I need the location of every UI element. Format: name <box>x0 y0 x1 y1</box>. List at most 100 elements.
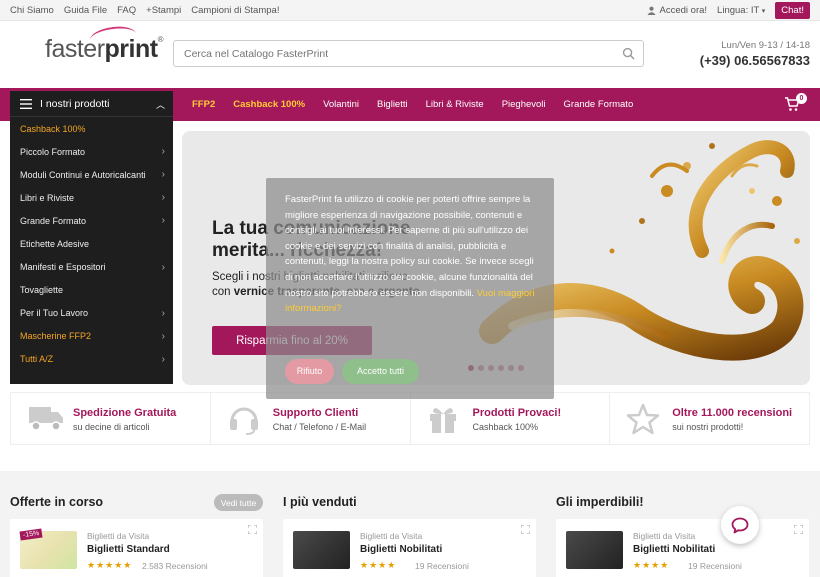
truck-icon <box>29 407 63 431</box>
nav-cashback[interactable]: Cashback 100% <box>233 99 305 110</box>
see-all-button[interactable]: Vedi tutte <box>214 494 263 511</box>
product-menu-list: Cashback 100% Piccolo Formato › Moduli Cont… <box>10 117 173 371</box>
chevron-up-icon: ︿ <box>155 100 165 110</box>
sidebar-item[interactable]: Piccolo Formato › <box>10 140 173 163</box>
opening-hours: Lun/Ven 9-13 / 14-18 <box>721 40 810 51</box>
feature-title: Prodotti Provaci! <box>472 407 562 419</box>
feature-strip: Spedizione Gratuita su decine di articol… <box>10 392 810 445</box>
feature-support[interactable]: Supporto Clienti Chat / Telefono / E-Mai… <box>210 393 411 444</box>
sidebar-item-label: Etichette Adesive <box>20 239 90 250</box>
link-faq[interactable]: FAQ <box>117 5 136 16</box>
sidebar-item-label: Cashback 100% <box>20 123 86 134</box>
section-title-bestsellers: I più venduti <box>283 495 357 509</box>
sidebar-item[interactable]: Cashback 100% <box>10 117 173 140</box>
nav-grande-formato[interactable]: Grande Formato <box>564 99 634 110</box>
link-chi-siamo[interactable]: Chi Siamo <box>10 5 54 16</box>
hamburger-icon <box>20 98 32 109</box>
chevron-right-icon: › <box>161 215 165 227</box>
search-input[interactable] <box>174 41 604 66</box>
sidebar-item-label: Libri e Riviste <box>20 192 75 203</box>
product-category: Biglietti da Visita <box>360 531 423 541</box>
feature-title: Spedizione Gratuita <box>73 407 177 419</box>
feature-try-products[interactable]: Prodotti Provaci! Cashback 100% <box>410 393 611 444</box>
feature-shipping[interactable]: Spedizione Gratuita su decine di articol… <box>11 393 211 444</box>
review-count: 2.583 Recensioni <box>142 561 208 571</box>
product-name: Biglietti Nobilitati <box>633 544 716 555</box>
link-stampi[interactable]: +Stampi <box>146 5 181 16</box>
chat-button[interactable]: Chat! <box>775 2 810 19</box>
product-category: Biglietti da Visita <box>633 531 696 541</box>
sidebar-item-label: Moduli Continui e Autoricalcanti <box>20 169 146 180</box>
sidebar-item-label: Grande Formato <box>20 215 87 226</box>
chevron-right-icon: › <box>161 169 165 181</box>
feature-subtitle: Cashback 100% <box>472 422 539 432</box>
sidebar-item[interactable]: Mascherine FFP2 › <box>10 325 173 348</box>
product-name: Biglietti Nobilitati <box>360 544 443 555</box>
sidebar-item[interactable]: Per il Tuo Lavoro › <box>10 302 173 325</box>
sidebar-item-label: Per il Tuo Lavoro <box>20 308 89 319</box>
sidebar-item[interactable]: Moduli Continui e Autoricalcanti › <box>10 163 173 186</box>
sidebar-item[interactable]: Tutti A/Z › <box>10 348 173 371</box>
nav-pieghevoli[interactable]: Pieghevoli <box>502 99 546 110</box>
feature-title: Supporto Clienti <box>272 407 359 419</box>
top-bar: Chi Siamo Guida File FAQ +Stampi Campion… <box>0 0 820 21</box>
product-menu-title: I nostri prodotti <box>40 97 110 110</box>
chevron-right-icon: › <box>161 261 165 273</box>
sidebar-item[interactable]: Libri e Riviste › <box>10 186 173 209</box>
nav-biglietti[interactable]: Biglietti <box>377 99 408 110</box>
product-card[interactable]: Biglietti da Visita Biglietti Nobilitati… <box>283 519 536 577</box>
link-campioni[interactable]: Campioni di Stampa! <box>191 5 279 16</box>
chevron-right-icon: › <box>161 146 165 158</box>
registered-mark: ® <box>157 35 164 44</box>
user-icon <box>646 6 656 15</box>
chevron-right-icon: › <box>161 353 165 365</box>
product-image <box>293 531 350 569</box>
login-link[interactable]: Accedi ora! <box>646 5 707 16</box>
chat-bubble-button[interactable] <box>721 506 759 544</box>
rating-stars: ★★★★★ <box>87 560 133 570</box>
sidebar-item[interactable]: Etichette Adesive <box>10 232 173 255</box>
top-links: Chi Siamo Guida File FAQ +Stampi Campion… <box>10 0 279 21</box>
nav-volantini[interactable]: Volantini <box>323 99 359 110</box>
chevron-right-icon: › <box>161 307 165 319</box>
cookie-buttons: Rifiuto Accetto tutti <box>285 359 419 384</box>
nav-libri-riviste[interactable]: Libri & Riviste <box>426 99 484 110</box>
sidebar-item-label: Mascherine FFP2 <box>20 331 92 342</box>
sidebar-item[interactable]: Tovagliette <box>10 279 173 302</box>
chat-icon <box>731 517 749 533</box>
phone-number[interactable]: (+39) 06.56567833 <box>700 53 810 68</box>
product-card[interactable]: Biglietti da Visita Biglietti Standard ★… <box>10 519 263 577</box>
section-title-offers: Offerte in corso <box>10 495 104 509</box>
sidebar-item[interactable]: Grande Formato › <box>10 209 173 232</box>
search-icon[interactable] <box>622 47 635 60</box>
sidebar-item-label: Piccolo Formato <box>20 146 86 157</box>
logo[interactable]: fasterprint® <box>45 23 164 64</box>
headset-icon <box>229 407 258 435</box>
expand-icon[interactable] <box>248 525 257 534</box>
language-select[interactable]: Lingua: IT ▾ <box>717 5 765 16</box>
product-card[interactable]: Biglietti da Visita Biglietti Nobilitati… <box>556 519 809 577</box>
feature-title: Oltre 11.000 recensioni <box>672 407 793 419</box>
section-title-unmissable: Gli imperdibili! <box>556 495 644 509</box>
star-icon <box>627 403 660 435</box>
sidebar-item-label: Tutti A/Z <box>20 354 54 365</box>
feature-subtitle: sui nostri prodotti! <box>672 422 744 432</box>
hero-subtitle-prefix: con <box>212 286 234 298</box>
nav-ffp2[interactable]: FFP2 <box>192 99 215 110</box>
gift-icon <box>429 408 456 433</box>
link-guida-file[interactable]: Guida File <box>64 5 107 16</box>
accept-cookies-button[interactable]: Accetto tutti <box>342 359 419 384</box>
product-menu-header[interactable]: I nostri prodotti ︿ <box>10 91 173 117</box>
reject-cookies-button[interactable]: Rifiuto <box>285 359 334 384</box>
expand-icon[interactable] <box>521 525 530 534</box>
cookie-consent-dialog: FasterPrint fa utilizzo di cookie per po… <box>266 178 554 399</box>
sidebar-item[interactable]: Manifesti e Espositori › <box>10 256 173 279</box>
expand-icon[interactable] <box>794 525 803 534</box>
product-category: Biglietti da Visita <box>87 531 150 541</box>
nav-items: FFP2 Cashback 100% Volantini Biglietti L… <box>192 88 651 121</box>
rating-stars: ★★★★ <box>633 560 670 570</box>
feature-reviews[interactable]: Oltre 11.000 recensioni sui nostri prodo… <box>610 393 809 444</box>
product-image <box>566 531 623 569</box>
search-box <box>173 40 644 67</box>
review-count: 19 Recensioni <box>415 561 469 571</box>
